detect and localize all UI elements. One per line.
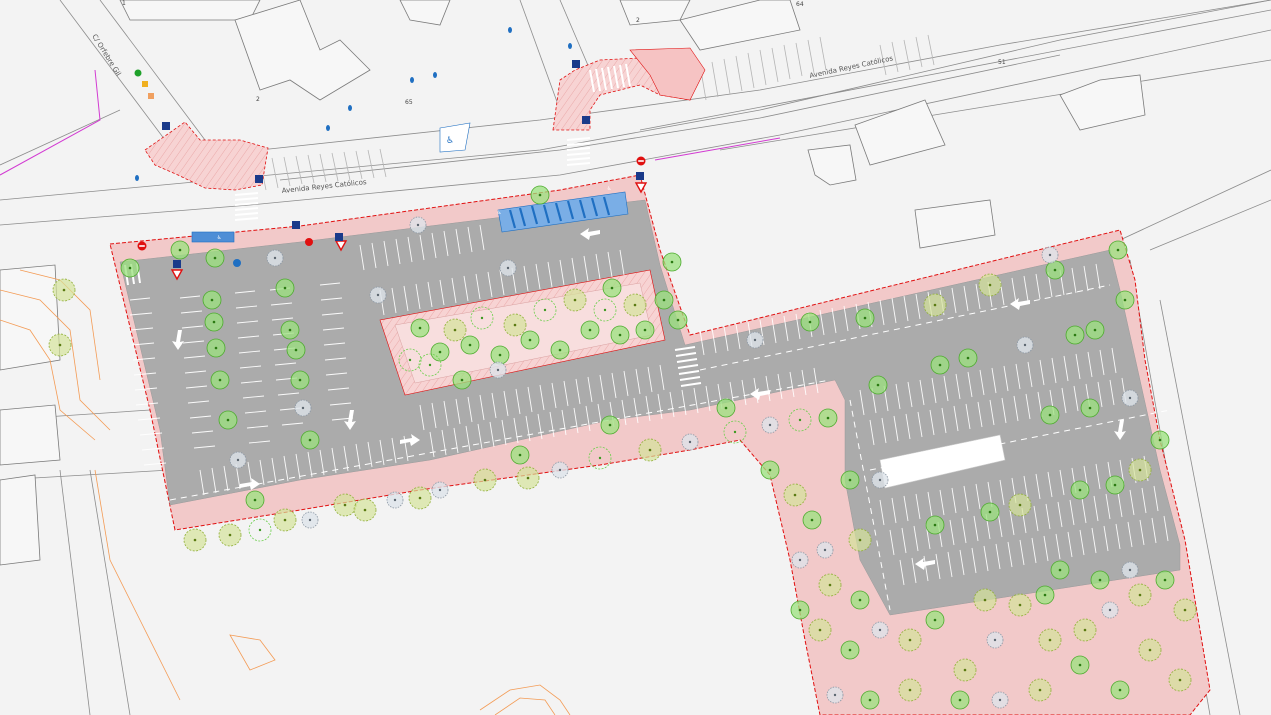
address-number-65: 65 <box>405 99 413 106</box>
parking-sign-icon <box>292 221 300 229</box>
address-number-64: 64 <box>796 1 804 8</box>
address-number-2b: 2 <box>256 96 260 103</box>
accessible-icon: ♿ <box>497 210 501 216</box>
accessible-icon: ♿ <box>217 235 221 241</box>
stop-sign-icon <box>305 238 313 246</box>
parking-site-plan: Avenida Reyes Católicos Avenida Reyes Ca… <box>0 0 1271 715</box>
parking-sign-icon <box>582 116 590 124</box>
parking-sign-icon <box>572 60 580 68</box>
parking-sign-icon <box>255 175 263 183</box>
accessible-icon: ♿ <box>607 186 611 192</box>
no-entry-sign-icon <box>137 241 147 251</box>
parking-sign-icon <box>162 122 170 130</box>
address-number-2a: 2 <box>636 17 640 24</box>
parking-sign-icon <box>636 172 644 180</box>
parking-sign-icon <box>335 233 343 241</box>
parking-sign-icon <box>173 260 181 268</box>
address-number-1: 1 <box>122 0 126 7</box>
accessible-icon: ♿ <box>446 136 454 146</box>
bus-stop-sign-icon <box>233 259 241 267</box>
no-entry-sign-icon <box>636 156 646 166</box>
address-number-51: 51 <box>998 59 1006 66</box>
